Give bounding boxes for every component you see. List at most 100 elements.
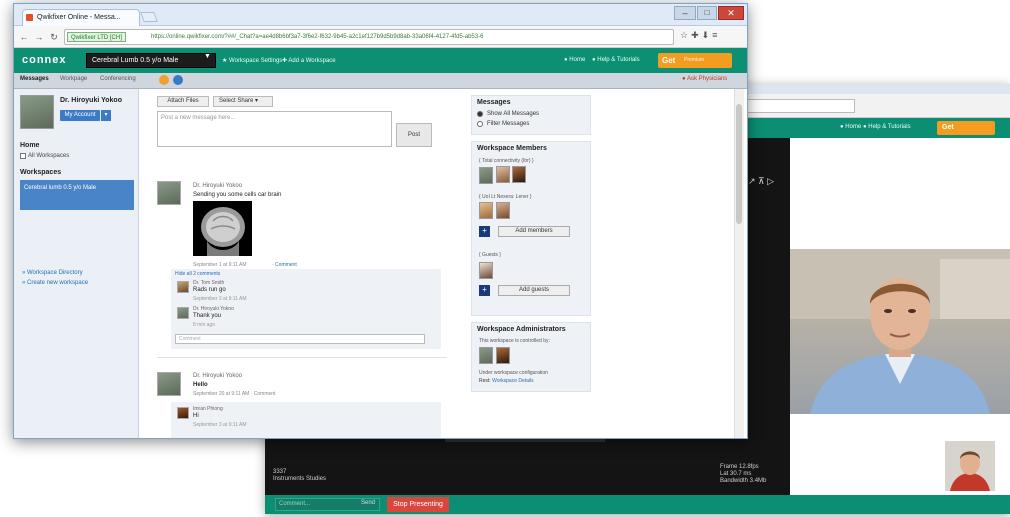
avatar[interactable] [496,347,510,364]
browser-tab[interactable]: Qwikfixer Online - Messa... [22,9,140,26]
get-button-sub-label: Premium [684,57,705,63]
members-heading: Workspace Members [477,145,547,152]
select-share-dropdown[interactable]: Select Share ▾ [213,96,273,107]
background-help-link[interactable]: ● Home ● Help & Tutorials [840,124,911,130]
section-tabs: Messages Workpage Conferencing ● Ask Phy… [14,73,747,89]
all-workspaces-link[interactable]: All Workspaces [28,153,69,159]
app-header: connex Cerebral Lumb 0.5 y/o Male ▼ ★ Wo… [14,48,747,73]
create-workspace-link[interactable]: » Create new workspace [22,280,88,286]
mri-scan-image[interactable] [193,201,252,256]
video-stats-right: Frame 12.8fps Lat 30.7 ms Bandwidth 3.4M… [720,464,767,484]
admins-link-prefix: Rest: [479,378,491,384]
tab-workpage[interactable]: Workpage [60,76,87,82]
plus-icon[interactable]: + [479,226,490,237]
avatar[interactable] [479,262,493,279]
post-button[interactable]: Post [396,123,432,147]
new-tab-button[interactable] [140,12,158,22]
tab-messages[interactable]: Messages [20,76,49,82]
reload-icon[interactable]: ↻ [48,31,60,43]
avatar[interactable] [496,202,510,219]
add-members-button[interactable]: Add members [498,226,570,237]
browser-toolbar-icons[interactable]: ☆✚⬇≡ [680,30,720,41]
hide-comments-link[interactable]: Hide all 2 comments [175,271,220,277]
avatar[interactable] [157,181,181,205]
comment-author[interactable]: Dr. Hiroyuki Yokoo [193,306,234,312]
right-panel: Messages Show All Messages Filter Messag… [469,89,734,438]
video-stats-left: 3337 Instruments Studies [273,469,327,482]
maximize-button[interactable]: □ [697,6,717,20]
comment-author[interactable]: Imran Phiong [193,406,223,412]
plus-icon[interactable]: + [479,285,490,296]
avatar[interactable] [479,202,493,219]
comment-text: Hi [193,413,199,419]
show-all-radio[interactable] [477,111,483,117]
ssl-certificate-badge[interactable]: Qwikfixer LTD [CH] [67,32,126,42]
filter-label[interactable]: Filter Messages [487,121,529,127]
comment-input[interactable]: Comment [175,334,425,344]
status-icon[interactable] [159,75,169,85]
messages-heading: Messages [477,99,511,106]
account-dropdown-icon[interactable]: ▾ [101,110,111,121]
presentation-footer: Comment... Send Stop Presenting [265,495,1010,514]
home-link[interactable]: ● Home [564,57,585,63]
stop-presenting-button[interactable]: Stop Presenting [387,497,449,512]
workspace-directory-link[interactable]: » Workspace Directory [22,270,83,276]
self-video-thumbnail[interactable] [945,441,995,491]
info-icon[interactable] [173,75,183,85]
post-timestamp: September 1 at 9:11 AM [193,262,247,268]
sidebar-item-active-workspace[interactable]: Cerebral lumb 0.5 y/o Male [20,180,134,210]
comment-timestamp: 8 min ago [193,322,215,328]
scrollbar-thumb[interactable] [736,104,742,224]
message-filter-box: Messages Show All Messages Filter Messag… [471,95,591,135]
brain-scan-graphic [193,201,252,256]
close-button[interactable]: ✕ [718,6,744,20]
post-message-input[interactable]: Post a new message here... [157,111,392,147]
comment-timestamp: September 3 at 9:11 AM [193,296,247,302]
home-heading: Home [20,142,40,149]
avatar[interactable] [512,166,526,183]
avatar[interactable] [157,372,181,396]
comment-thread: Hide all 2 comments Dr. Tom Smith Rads r… [171,269,441,349]
url-input[interactable]: Qwikfixer LTD [CH] https://online.qwikfi… [64,29,674,45]
minimize-button[interactable]: – [674,6,696,20]
help-link[interactable]: ● Help & Tutorials [592,57,640,63]
admins-subtitle: This workspace is controlled by: [479,338,550,344]
workspace-details-link[interactable]: Workspace Details [492,378,534,384]
show-all-label[interactable]: Show All Messages [487,111,539,117]
member-group-label: { UoI Lt Nexera: Lener } [479,194,532,200]
comment-text: Thank you [193,313,222,319]
avatar[interactable] [479,347,493,364]
avatar[interactable] [177,407,189,419]
chat-send-button[interactable]: Send [361,500,375,506]
comment-link[interactable]: · Comment [272,262,297,268]
background-get-button[interactable]: Get [937,121,995,135]
attach-files-button[interactable]: Attach Files [157,96,209,107]
video-toolbar-icons[interactable]: ↗ ⊼ ▷ [748,176,774,187]
avatar[interactable] [496,166,510,183]
all-workspaces-checkbox[interactable] [20,153,26,159]
add-guests-button[interactable]: Add guests [498,285,570,296]
back-arrow-icon[interactable]: ← [18,31,30,43]
post-timestamp: September 20 at 9:11 AM · Comment [193,391,276,397]
avatar[interactable] [479,167,493,184]
post-author[interactable]: Dr. Hiroyuki Yokoo [193,183,242,189]
tab-favicon-icon [26,14,33,21]
forward-arrow-icon[interactable]: → [33,31,45,43]
admins-note: Under workspace configuration [479,370,548,376]
avatar[interactable] [177,281,189,293]
avatar[interactable] [177,307,189,319]
avatar[interactable] [20,95,54,129]
filter-radio[interactable] [477,121,483,127]
workspace-settings-link[interactable]: ★ Workspace Settings [222,57,282,64]
my-account-button[interactable]: My Account [60,110,100,121]
post-author[interactable]: Dr. Hiroyuki Yokoo [193,373,242,379]
get-premium-button[interactable]: Get Premium [658,53,732,68]
add-workspace-link[interactable]: ✚ Add a Workspace [282,57,336,64]
message-feed: Attach Files Select Share ▾ Post a new m… [139,89,459,438]
workspace-select[interactable]: Cerebral Lumb 0.5 y/o Male [86,53,216,68]
ask-physicians-link[interactable]: ● Ask Physicians [682,76,727,82]
member-group-label: { Guests } [479,252,501,258]
comment-author[interactable]: Dr. Tom Smith [193,280,224,286]
member-group-label: { Total connectivity (ltrr) } [479,158,534,164]
tab-conferencing[interactable]: Conferencing [100,76,136,82]
